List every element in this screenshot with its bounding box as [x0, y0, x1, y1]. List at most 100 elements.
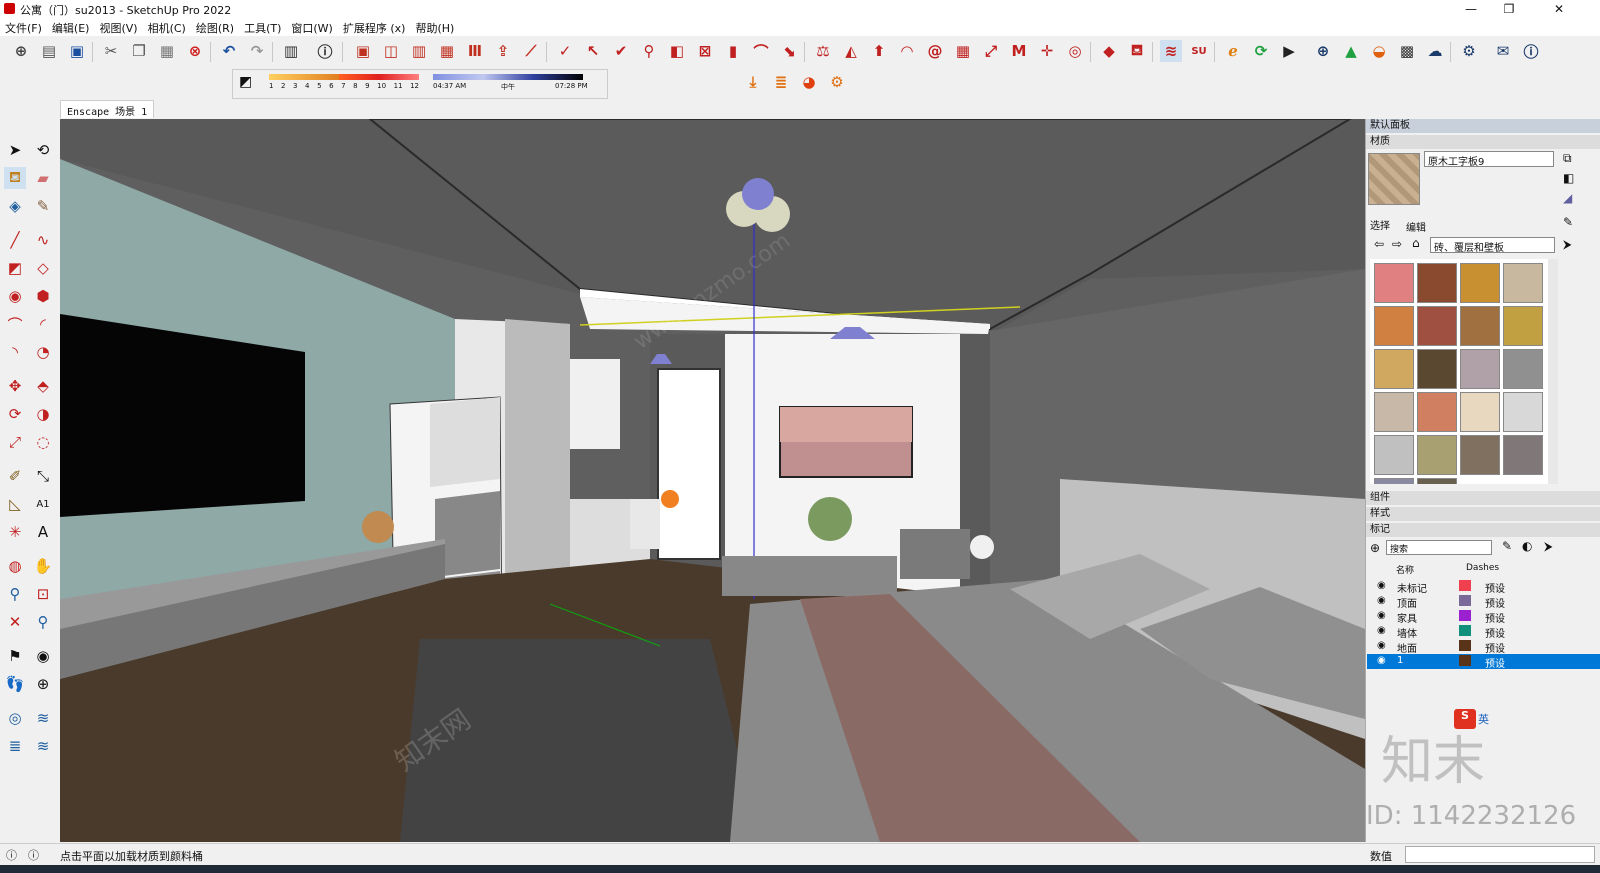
mail-icon[interactable]: ✉ [1492, 40, 1514, 62]
tag-dashes[interactable]: 预设 [1485, 580, 1505, 595]
sync-icon[interactable]: ⟳ [1250, 40, 1272, 62]
print-icon[interactable]: ▥ [280, 40, 302, 62]
material-swatch[interactable] [1503, 392, 1543, 432]
position-camera-icon[interactable]: ⚑ [4, 645, 26, 667]
follow-me-icon[interactable]: ◑ [32, 403, 54, 425]
minimize-button[interactable]: — [1452, 0, 1490, 18]
material-swatch[interactable] [1460, 435, 1500, 475]
tag-color-swatch[interactable] [1459, 640, 1471, 651]
pointer-check-icon[interactable]: ↖ [582, 40, 604, 62]
tape-measure-icon[interactable]: ✐ [4, 465, 26, 487]
menu-help[interactable]: 帮助(H) [410, 18, 459, 36]
section-plane-icon[interactable]: ⊕ [32, 673, 54, 695]
save-icon[interactable]: ▣ [66, 40, 88, 62]
material-swatch[interactable] [1374, 392, 1414, 432]
check-icon[interactable]: ✓ [554, 40, 576, 62]
material-swatch[interactable] [1374, 349, 1414, 389]
zoom-extents-icon[interactable]: ✕ [4, 611, 26, 633]
m-icon[interactable]: M [1008, 40, 1030, 62]
menu-edit[interactable]: 编辑(E) [47, 18, 95, 36]
tag-color-swatch[interactable] [1459, 595, 1471, 606]
rotated-rectangle-icon[interactable]: ◇ [32, 257, 54, 279]
rotate-icon[interactable]: ⟳ [4, 403, 26, 425]
material-swatch[interactable] [1503, 306, 1543, 346]
material-swatch[interactable] [1503, 435, 1543, 475]
forward-icon[interactable]: ⇨ [1392, 237, 1402, 251]
component-tool-icon[interactable]: ◈ [4, 195, 26, 217]
protractor-icon[interactable]: ◺ [4, 493, 26, 515]
swatch-scrollbar[interactable] [1548, 259, 1558, 484]
zoom-window-icon[interactable]: ⊡ [32, 583, 54, 605]
shadow-toggle-icon[interactable]: ◩ [239, 74, 252, 90]
su-plugin-icon[interactable]: ≋ [1160, 40, 1182, 62]
month-slider-track[interactable] [269, 74, 339, 80]
view-right-icon[interactable]: ▥ [408, 40, 430, 62]
tag-row[interactable]: ◉ 墙体 预设 [1367, 624, 1600, 640]
tree-icon[interactable]: ▲ [1340, 40, 1362, 62]
material-swatch[interactable] [1503, 349, 1543, 389]
details-icon[interactable]: ⮞ [1563, 237, 1572, 252]
tag-details-icon[interactable]: ⮞ [1544, 539, 1553, 554]
orbit-icon[interactable]: ⟲ [32, 139, 54, 161]
spiral-icon[interactable]: @ [924, 40, 946, 62]
box-icon[interactable]: ◧ [666, 40, 688, 62]
view-front-icon[interactable]: ▣ [352, 40, 374, 62]
tag-row[interactable]: ◉ 1 预设 [1367, 654, 1600, 670]
material-swatch[interactable] [1460, 349, 1500, 389]
array-icon[interactable]: ▦ [952, 40, 974, 62]
pencil-tag-icon[interactable]: ✎ [32, 195, 54, 217]
checker-icon[interactable]: ▩ [1396, 40, 1418, 62]
tag-row[interactable]: ◉ 家具 预设 [1367, 609, 1600, 625]
material-swatch[interactable] [1417, 435, 1457, 475]
material-swatch[interactable] [1374, 435, 1414, 475]
open-folder-icon[interactable]: ▤ [38, 40, 60, 62]
material-swatch[interactable] [1417, 263, 1457, 303]
tag-dashes[interactable]: 预设 [1485, 640, 1505, 655]
tab-select[interactable]: 选择 [1370, 217, 1390, 232]
text-tool-icon[interactable]: A1 [32, 493, 54, 515]
measurements-input[interactable] [1405, 846, 1595, 863]
arc3-icon[interactable]: ◝ [4, 341, 26, 363]
status-info-icon[interactable]: ⓘ [28, 847, 39, 863]
render-settings-icon[interactable]: ⚙ [826, 71, 848, 93]
close-button[interactable]: ✕ [1540, 0, 1578, 18]
material-swatch[interactable] [1417, 349, 1457, 389]
zoom-icon[interactable]: ⚲ [4, 583, 26, 605]
menu-window[interactable]: 窗口(W) [286, 18, 337, 36]
settings-gear-icon[interactable]: ⚙ [1458, 40, 1480, 62]
material-swatch[interactable] [1417, 306, 1457, 346]
cut-icon[interactable]: ✂ [100, 40, 122, 62]
offset-icon[interactable]: ◌ [32, 431, 54, 453]
pan-icon[interactable]: ✋ [32, 555, 54, 577]
su-app-icon[interactable]: SU [1188, 40, 1210, 62]
model-info-icon[interactable]: ⓘ [314, 40, 336, 62]
mirror-icon[interactable]: ◭ [840, 40, 862, 62]
scale-icon[interactable]: ⤢ [980, 40, 1002, 62]
enscape-icon[interactable]: ℯ [1222, 40, 1244, 62]
line-icon[interactable]: ╱ [4, 229, 26, 251]
ruler-icon[interactable]: ⟋ [520, 40, 542, 62]
push-icon[interactable]: ⬆ [868, 40, 890, 62]
undo-icon[interactable]: ↶ [218, 40, 240, 62]
scene-tab[interactable]: Enscape 场景 1 [60, 100, 155, 118]
components-section-header[interactable]: 组件 [1366, 491, 1600, 505]
walk-icon[interactable]: 👣 [4, 673, 26, 695]
paste-icon[interactable]: ▦ [156, 40, 178, 62]
arrow-box-icon[interactable]: ⬊ [778, 40, 800, 62]
visibility-eye-icon[interactable]: ◉ [1377, 640, 1386, 651]
material-swatch[interactable] [1460, 392, 1500, 432]
tag-row[interactable]: ◉ 顶面 预设 [1367, 594, 1600, 610]
push-pull-icon[interactable]: ⬘ [32, 375, 54, 397]
select-icon[interactable]: ➤ [4, 139, 26, 161]
video-icon[interactable]: ▶ [1278, 40, 1300, 62]
dimension-icon[interactable]: ⤡ [32, 465, 54, 487]
add-tag-icon[interactable]: ⊕ [1370, 541, 1380, 555]
visibility-eye-icon[interactable]: ◉ [1377, 655, 1386, 666]
freehand-icon[interactable]: ∿ [32, 229, 54, 251]
menu-view[interactable]: 视图(V) [94, 18, 142, 36]
menu-tools[interactable]: 工具(T) [239, 18, 286, 36]
component-icon[interactable]: ◆ [1098, 40, 1120, 62]
visibility-eye-icon[interactable]: ◉ [1377, 610, 1386, 621]
tag-color-icon[interactable]: ◐ [1522, 539, 1532, 553]
sunset-icon[interactable]: ◒ [1368, 40, 1390, 62]
